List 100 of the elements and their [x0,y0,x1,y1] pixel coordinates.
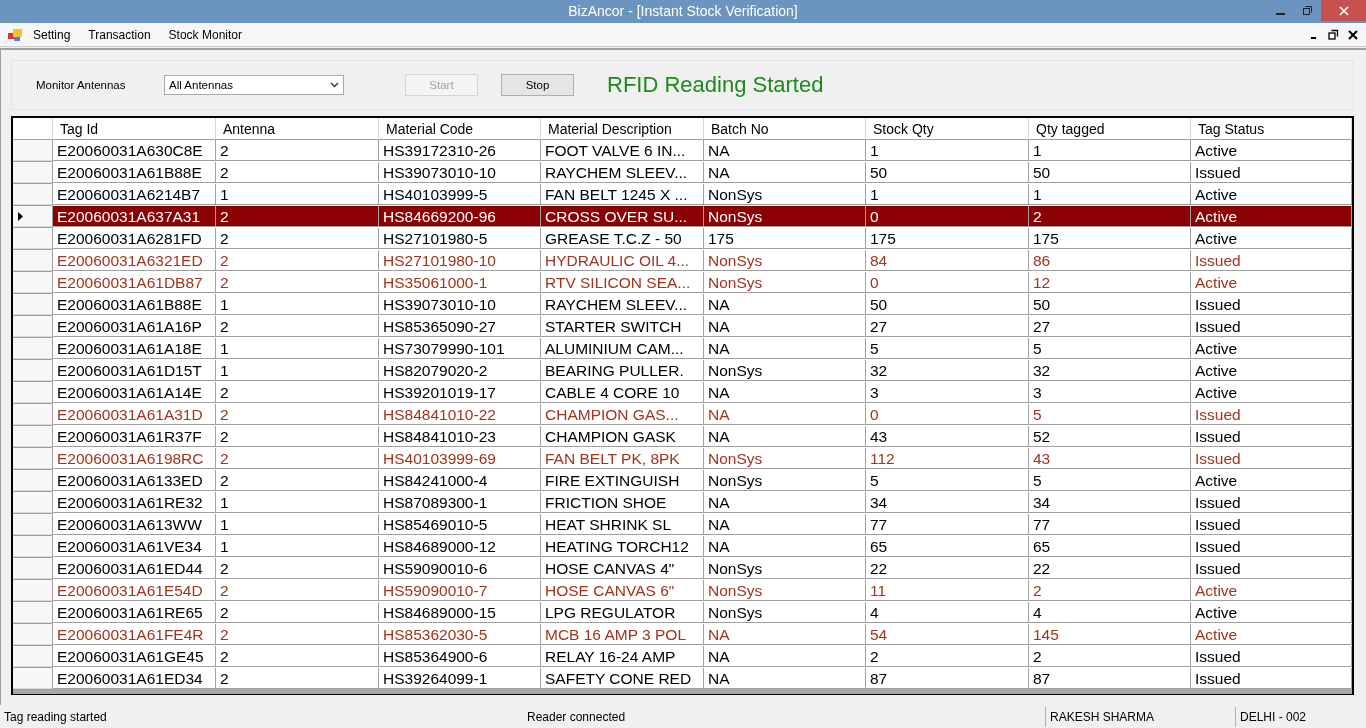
menu-item[interactable]: Setting [24,25,80,44]
table-cell: 5 [1029,470,1191,491]
table-cell: 2 [216,448,379,469]
table-cell: Active [1191,624,1352,645]
table-cell: Issued [1191,404,1352,425]
table-cell: 54 [866,624,1029,645]
column-header[interactable]: Antenna [216,118,379,140]
table-cell: Issued [1191,448,1352,469]
table-cell: 1 [216,360,379,381]
table-cell: Issued [1191,668,1352,689]
table-cell: 50 [866,294,1029,315]
table-cell: HS84841010-23 [379,426,541,447]
table-cell: E20060031A61A31D [53,404,216,425]
table-cell: 2 [216,470,379,491]
table-cell: E20060031A61A14E [53,382,216,403]
table-cell: E20060031A61ED34 [53,668,216,689]
table-cell: 43 [866,426,1029,447]
table-cell: E20060031A61DB87 [53,272,216,293]
table-cell: 50 [1029,294,1191,315]
table-cell: HS39073010-10 [379,162,541,183]
table-cell: 1 [216,294,379,315]
column-header[interactable]: Tag Status [1191,118,1352,140]
table-cell: NA [704,668,866,689]
table-cell: CHAMPION GAS... [541,404,704,425]
table-cell: E20060031A613WW [53,514,216,535]
table-cell: HOSE CANVAS 4" [541,558,704,579]
table-cell: 1 [216,514,379,535]
table-cell: 0 [866,404,1029,425]
window-title: BizAncor - [Instant Stock Verification] [567,2,799,21]
table-cell: 5 [866,338,1029,359]
table-cell: HS85364900-6 [379,646,541,667]
table-cell: Active [1191,382,1352,403]
table-cell: 1 [216,536,379,557]
antenna-dropdown[interactable]: All Antennas [164,75,344,95]
table-cell: 2 [1029,580,1191,601]
table-cell: Issued [1191,250,1352,271]
table-cell: 2 [216,206,379,227]
column-header[interactable]: Material Code [379,118,541,140]
stop-button[interactable]: Stop [501,74,574,96]
table-cell: HS27101980-5 [379,228,541,249]
table-cell: 1 [866,140,1029,161]
table-cell: 145 [1029,624,1191,645]
table-cell: 2 [216,580,379,601]
close-icon [1348,29,1358,40]
current-row-icon [18,211,23,221]
table-cell: 2 [216,162,379,183]
column-header[interactable]: Tag Id [53,118,216,140]
menu-item[interactable]: Stock Monitor [159,25,251,44]
table-cell: E20060031A6321ED [53,250,216,271]
table-cell: 3 [866,382,1029,403]
table-cell: HS35061000-1 [379,272,541,293]
table-cell: E20060031A61RE65 [53,602,216,623]
table-cell: HS40103999-69 [379,448,541,469]
table-cell: HS27101980-10 [379,250,541,271]
table-cell: NonSys [704,558,866,579]
table-cell: 2 [216,228,379,249]
minimize-icon [1276,12,1285,15]
restore-icon [1302,5,1313,16]
table-cell: 1 [1029,184,1191,205]
table-cell: Active [1191,206,1352,227]
table-cell: 2 [216,382,379,403]
table-cell: 112 [866,448,1029,469]
table-cell: RAYCHEM SLEEV... [541,294,704,315]
restore-icon [1327,29,1339,40]
status-text: DELHI - 002 [1235,706,1366,727]
table-cell: 4 [1029,602,1191,623]
table-cell: HS84689000-12 [379,536,541,557]
table-cell: NonSys [704,448,866,469]
table-cell: NonSys [704,470,866,491]
column-header[interactable]: Material Description [541,118,704,140]
row-header[interactable] [13,206,53,227]
menu-item[interactable]: Transaction [79,25,160,44]
table-cell: BEARING PULLER. [541,360,704,381]
table-cell: 2 [216,404,379,425]
table-cell: NA [704,646,866,667]
table-cell: 175 [1029,228,1191,249]
column-header[interactable]: Batch No [704,118,866,140]
table-cell: E20060031A6281FD [53,228,216,249]
table-cell: Active [1191,580,1352,601]
table-cell: NA [704,426,866,447]
table-cell: HS39073010-10 [379,294,541,315]
table-cell: HYDRAULIC OIL 4... [541,250,704,271]
table-cell: 3 [1029,382,1191,403]
table-cell: E20060031A61ED44 [53,558,216,579]
table-cell: SAFETY CONE RED [541,668,704,689]
column-header[interactable]: Stock Qty [866,118,1029,140]
table-cell: E20060031A61E54D [53,580,216,601]
table-cell: NonSys [704,580,866,601]
table-cell: NonSys [704,184,866,205]
table-cell: HOSE CANVAS 6" [541,580,704,601]
table-cell: 65 [866,536,1029,557]
table-cell: 34 [1029,492,1191,513]
table-cell: 2 [216,558,379,579]
table-cell: Active [1191,470,1352,491]
column-header[interactable]: Qty tagged [1029,118,1191,140]
status-text: RAKESH SHARMA [1045,706,1235,727]
table-cell: FRICTION SHOE [541,492,704,513]
table-cell: NA [704,382,866,403]
table-cell: HS82079020-2 [379,360,541,381]
table-cell: 2 [216,624,379,645]
